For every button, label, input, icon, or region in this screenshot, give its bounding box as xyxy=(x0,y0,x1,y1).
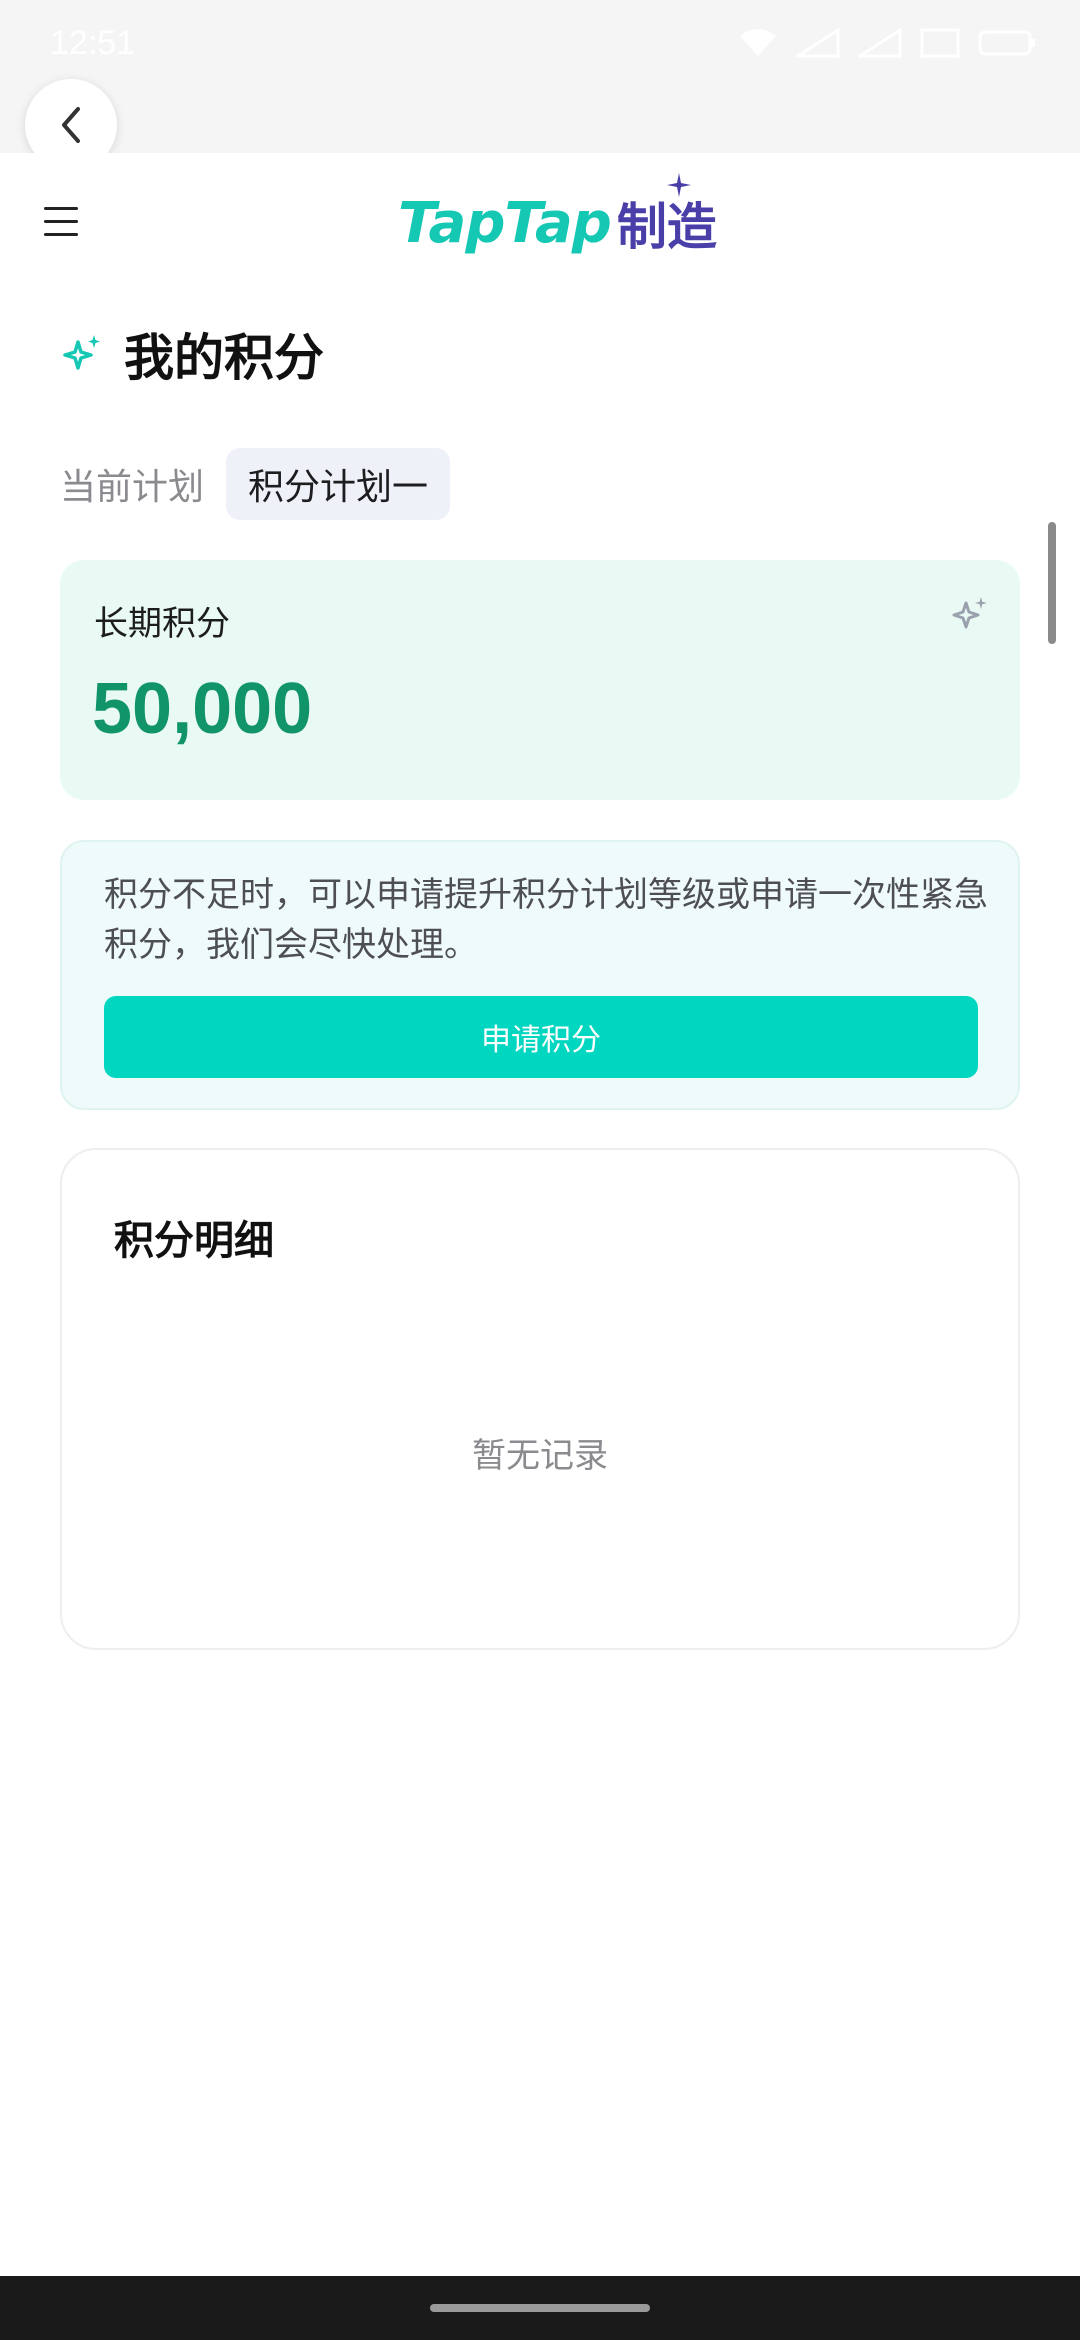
wifi-icon xyxy=(740,29,776,56)
sparkle-icon xyxy=(666,173,691,197)
page-title: 我的积分 xyxy=(124,329,324,387)
sparkles-icon xyxy=(952,597,987,629)
home-indicator[interactable] xyxy=(430,2304,650,2312)
status-icons xyxy=(738,28,1036,58)
hd-icon xyxy=(920,28,960,58)
status-time: 12:51 xyxy=(50,24,136,62)
battery-icon xyxy=(978,30,1035,56)
sparkles-icon xyxy=(63,335,100,370)
points-card: 长期积分 50,000 xyxy=(60,560,1020,800)
page-title-row: 我的积分 xyxy=(60,318,324,390)
scrollbar[interactable] xyxy=(1048,522,1056,644)
menu-icon[interactable] xyxy=(44,207,78,239)
signal-icon-2 xyxy=(858,28,902,58)
signal-icon xyxy=(796,28,840,58)
logo: TapTap 制造 xyxy=(398,173,717,263)
points-label: 长期积分 xyxy=(94,604,230,644)
logo-cn-text: 制造 xyxy=(617,173,717,259)
notice-card: 积分不足时，可以申请提升积分计划等级或申请一次性紧急积分，我们会尽快处理。 申请… xyxy=(60,840,1020,1110)
notice-text: 积分不足时，可以申请提升积分计划等级或申请一次性紧急积分，我们会尽快处理。 xyxy=(104,875,988,965)
details-title: 积分明细 xyxy=(114,1218,274,1264)
logo-tap-text: TapTap xyxy=(398,190,612,256)
points-value: 50,000 xyxy=(92,669,313,749)
app-header: TapTap 制造 xyxy=(0,153,1080,293)
points-details-card: 积分明细 暂无记录 xyxy=(60,1148,1020,1650)
empty-state-text: 暂无记录 xyxy=(472,1436,608,1476)
navigation-bar xyxy=(0,2276,1080,2340)
plan-chip[interactable]: 积分计划一 xyxy=(226,448,451,520)
status-bar: 12:51 xyxy=(0,0,1080,153)
apply-points-button[interactable]: 申请积分 xyxy=(104,996,978,1078)
plan-row: 当前计划 积分计划一 xyxy=(60,448,451,520)
chevron-left-icon xyxy=(62,107,80,143)
plan-label: 当前计划 xyxy=(60,467,205,508)
